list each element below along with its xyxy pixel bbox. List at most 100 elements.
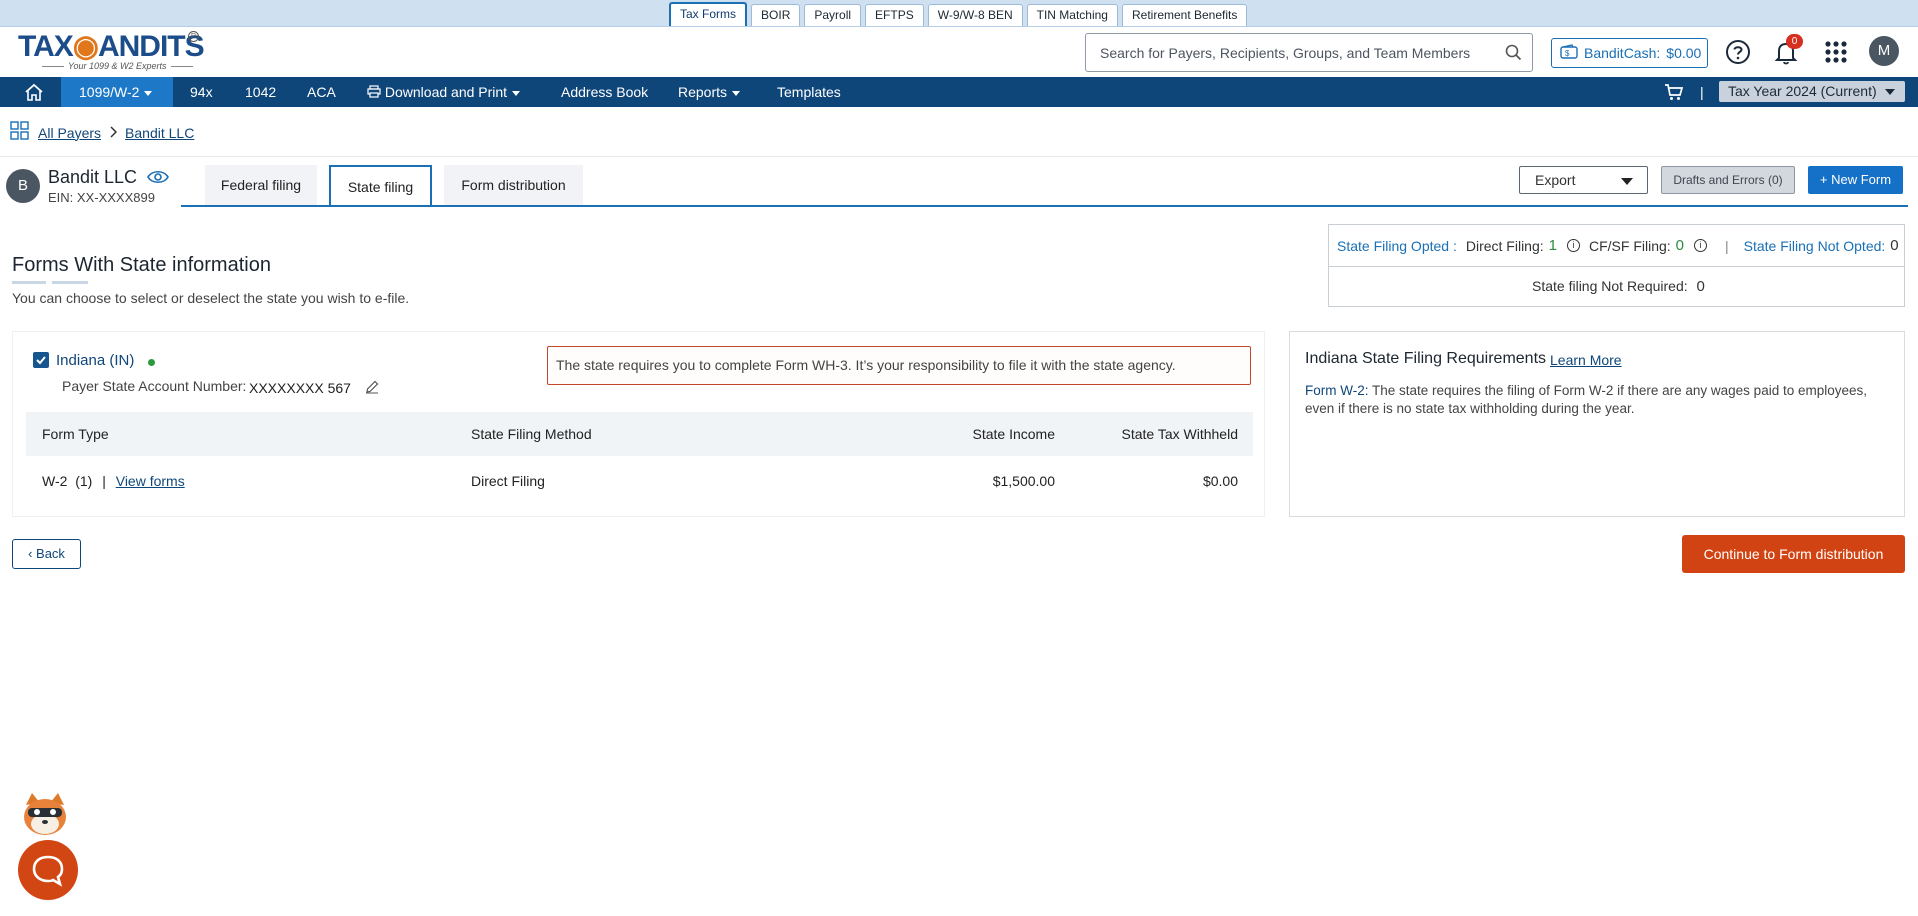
col-state-income: State Income xyxy=(972,426,1056,442)
nav-reports[interactable]: Reports xyxy=(678,77,741,107)
summary-opted-label: State Filing Opted : xyxy=(1337,237,1457,254)
state-name: Indiana (IN) xyxy=(56,352,135,369)
export-dropdown[interactable]: Export xyxy=(1519,166,1648,194)
summary-cfsf-value: 0 xyxy=(1675,237,1685,254)
nav-94x[interactable]: 94x xyxy=(190,77,213,107)
payer-state-account-value: XXXXXXXX 567 xyxy=(249,380,351,396)
product-tab-tin-matching[interactable]: TIN Matching xyxy=(1026,4,1118,26)
table-row: W-2 (1) | View forms Direct Filing $1,50… xyxy=(26,456,1253,506)
search-icon[interactable] xyxy=(1505,44,1522,64)
search-input[interactable] xyxy=(1100,44,1500,61)
view-forms-link[interactable]: View forms xyxy=(116,473,185,489)
page-title: Forms With State information xyxy=(12,254,271,276)
breadcrumb-all-payers[interactable]: All Payers xyxy=(38,125,101,141)
back-button[interactable]: ‹ Back xyxy=(12,539,81,569)
bandit-cash-button[interactable]: $ BanditCash: $0.00 xyxy=(1551,38,1708,68)
col-state-tax-withheld: State Tax Withheld xyxy=(1121,426,1238,442)
breadcrumb-current[interactable]: Bandit LLC xyxy=(125,125,194,141)
export-label: Export xyxy=(1535,172,1576,188)
bandit-cash-amount: $0.00 xyxy=(1666,45,1702,61)
state-requirements-card: Indiana State Filing Requirements Learn … xyxy=(1289,331,1905,517)
drafts-errors-button[interactable]: Drafts and Errors (0) xyxy=(1661,166,1795,194)
chat-button[interactable] xyxy=(18,840,78,900)
tab-underline xyxy=(181,205,1908,207)
payer-name: Bandit LLC xyxy=(48,167,138,187)
row-state-income: $1,500.00 xyxy=(992,473,1055,489)
edit-pencil-icon[interactable] xyxy=(365,380,379,397)
new-form-button[interactable]: + New Form xyxy=(1808,166,1903,194)
notification-count-badge: 0 xyxy=(1786,34,1803,49)
nav-templates[interactable]: Templates xyxy=(777,77,841,107)
tax-year-select[interactable]: Tax Year 2024 (Current) xyxy=(1719,81,1905,102)
chevron-down-icon xyxy=(144,90,153,96)
info-icon[interactable]: i xyxy=(1694,239,1708,252)
logo-text-left: TAX xyxy=(18,30,74,63)
nav-1042[interactable]: 1042 xyxy=(245,77,276,107)
tab-state-filing[interactable]: State filing xyxy=(329,165,432,207)
owl-icon: ◉ xyxy=(72,30,99,63)
home-icon[interactable] xyxy=(24,83,44,101)
chevron-down-icon xyxy=(732,90,741,96)
product-tab-tax-forms[interactable]: Tax Forms xyxy=(669,2,748,26)
summary-not-opted-label: State Filing Not Opted: xyxy=(1743,237,1886,254)
summary-separator: | xyxy=(1725,237,1729,254)
learn-more-link[interactable]: Learn More xyxy=(1550,352,1622,368)
info-icon[interactable]: i xyxy=(1566,239,1580,252)
nav-aca[interactable]: ACA xyxy=(307,77,336,107)
breadcrumb: All Payers Bandit LLC xyxy=(10,121,194,144)
row-filing-method: Direct Filing xyxy=(471,473,545,489)
state-notice: The state requires you to complete Form … xyxy=(547,346,1251,385)
continue-button[interactable]: Continue to Form distribution xyxy=(1682,535,1905,573)
chevron-left-icon: ‹ xyxy=(28,546,33,561)
summary-direct-label: Direct Filing: xyxy=(1465,237,1544,254)
cart-icon[interactable] xyxy=(1664,83,1684,101)
row-separator: | xyxy=(102,473,106,489)
nav-download-print[interactable]: Download and Print xyxy=(367,77,521,107)
product-tab-w9[interactable]: W-9/W-8 BEN xyxy=(927,4,1023,26)
title-accent xyxy=(12,281,46,284)
requirements-text: The state requires the filing of Form W-… xyxy=(1305,383,1868,416)
product-strip: Tax Forms BOIR Payroll EFTPS W-9/W-8 BEN… xyxy=(0,0,1918,27)
divider xyxy=(1329,266,1904,267)
payer-avatar: B xyxy=(6,169,40,203)
new-form-label: New Form xyxy=(1831,172,1892,187)
payers-grid-icon[interactable] xyxy=(10,121,30,144)
product-tab-eftps[interactable]: EFTPS xyxy=(865,4,924,26)
tab-form-distribution[interactable]: Form distribution xyxy=(444,165,583,205)
chevron-down-icon xyxy=(512,90,521,96)
main-nav: 1099/W-2 94x 1042 ACA Download and Print… xyxy=(0,77,1918,107)
product-tab-payroll[interactable]: Payroll xyxy=(804,4,862,26)
page-subtitle: You can choose to select or deselect the… xyxy=(12,290,410,306)
plus-icon: + xyxy=(1819,172,1828,187)
product-tab-boir[interactable]: BOIR xyxy=(751,4,801,26)
nav-download-print-label: Download and Print xyxy=(384,84,508,100)
requirements-body: Form W-2: The state requires the filing … xyxy=(1305,382,1895,418)
state-checkbox[interactable] xyxy=(33,352,49,368)
chat-bubble-icon xyxy=(32,855,64,887)
requirements-title: Indiana State Filing Requirements xyxy=(1305,350,1547,367)
summary-direct-value: 1 xyxy=(1548,237,1557,254)
mascot-icon[interactable] xyxy=(20,791,70,837)
apps-grid-icon[interactable] xyxy=(1824,40,1848,67)
printer-icon xyxy=(367,84,381,100)
taxbandits-logo[interactable]: TAX◉ANDITS Your 1099 & W2 Experts xyxy=(18,30,205,73)
requirements-form-label: Form W-2: xyxy=(1305,383,1369,398)
nav-reports-label: Reports xyxy=(678,84,728,100)
logo-tagline: Your 1099 & W2 Experts xyxy=(38,61,198,71)
search-box[interactable] xyxy=(1085,33,1533,72)
help-icon[interactable] xyxy=(1725,39,1751,68)
row-form-type: W-2 (1) xyxy=(42,473,93,489)
nav-separator: | xyxy=(1700,84,1704,100)
summary-not-opted-value: 0 xyxy=(1890,237,1899,254)
summary-not-required-value: 0 xyxy=(1696,278,1705,295)
state-card-indiana: Indiana (IN) Payer State Account Number:… xyxy=(12,331,1265,517)
summary-not-required-label: State filing Not Required: xyxy=(1532,278,1688,294)
eye-icon[interactable] xyxy=(147,169,169,188)
bandit-cash-label: BanditCash: xyxy=(1584,45,1661,61)
row-state-tax-withheld: $0.00 xyxy=(1202,473,1238,489)
nav-address-book[interactable]: Address Book xyxy=(561,77,648,107)
user-avatar[interactable]: M xyxy=(1869,36,1899,66)
nav-1099-w2[interactable]: 1099/W-2 xyxy=(61,77,173,107)
product-tab-retirement[interactable]: Retirement Benefits xyxy=(1121,4,1248,26)
tab-federal-filing[interactable]: Federal filing xyxy=(205,165,317,205)
